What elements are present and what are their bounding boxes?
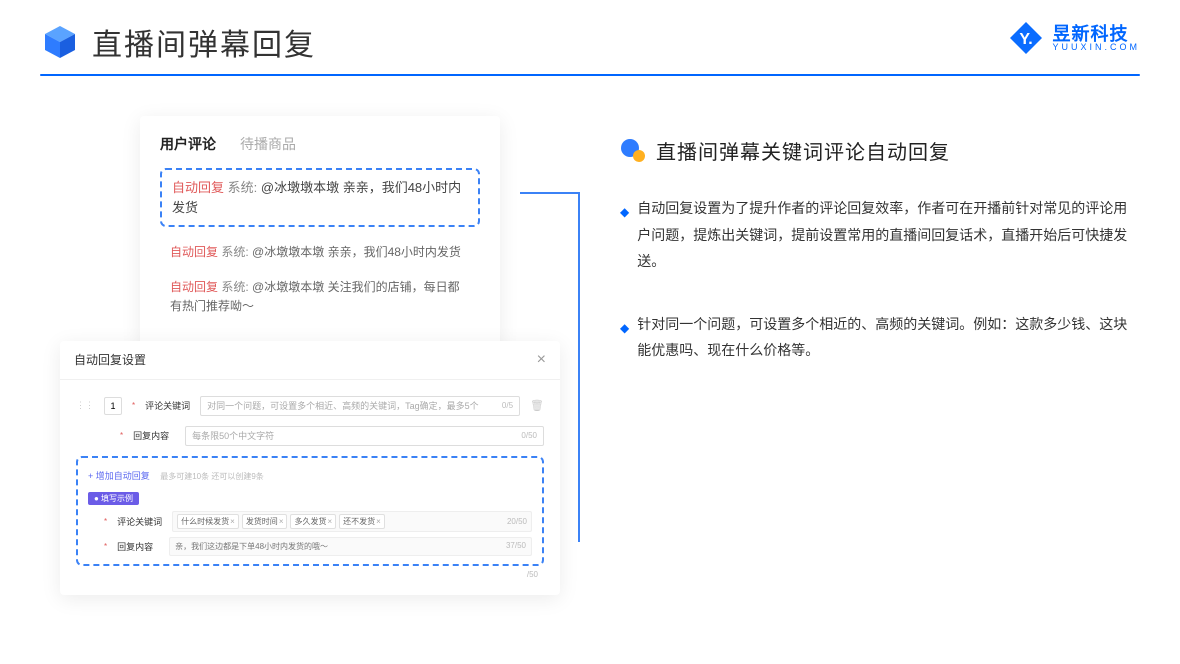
section-title: 直播间弹幕关键词评论自动回复: [656, 136, 950, 165]
keyword-label: 评论关键词: [145, 399, 190, 412]
add-hint: 最多可建10条 还可以创建9条: [160, 472, 264, 481]
page-title: 直播间弹幕回复: [92, 20, 316, 64]
highlighted-reply: 自动回复 系统: @冰墩墩本墩 亲亲，我们48小时内发货: [160, 168, 480, 227]
tab-user-comments[interactable]: 用户评论: [160, 134, 216, 154]
trail-count: /50: [76, 570, 544, 579]
tab-pending-goods[interactable]: 待播商品: [240, 134, 296, 154]
cube-icon: [40, 22, 80, 62]
chat-bubble-icon: [620, 138, 646, 164]
example-badge: ● 填写示例: [88, 492, 139, 505]
brand-logo: Y. 昱新科技 YUUXIN.COM: [1008, 20, 1140, 56]
diamond-bullet-icon: ◆: [620, 317, 629, 340]
svg-text:Y.: Y.: [1020, 31, 1033, 48]
example-reply-text[interactable]: 亲，我们这边都是下单48小时内发货的哦～ 37/50: [169, 537, 532, 556]
connector-line: [520, 192, 580, 542]
add-reply-link[interactable]: + 增加自动回复: [88, 471, 150, 481]
auto-reply-tag: 自动回复: [172, 180, 224, 195]
system-tag: 系统:: [228, 180, 258, 195]
diamond-bullet-icon: ◆: [620, 201, 629, 224]
drag-icon[interactable]: ⋮⋮: [76, 400, 94, 411]
reply-label: 回复内容: [133, 429, 175, 442]
required-star: *: [132, 401, 135, 410]
reply-input[interactable]: 每条限50个中文字符 0/50: [185, 426, 544, 446]
bullet-text: 自动回复设置为了提升作者的评论回复效率，作者可在开播前针对常见的评论用户问题，提…: [637, 195, 1140, 275]
keyword-input[interactable]: 对同一个问题，可设置多个相近、高频的关键词，Tag确定，最多5个 0/5: [200, 396, 520, 416]
bullet-text: 针对同一个问题，可设置多个相近的、高频的关键词。例如：这款多少钱、这块能优惠吗、…: [637, 311, 1140, 364]
settings-panel: 自动回复设置 × ⋮⋮ 1 * 评论关键词 对同一个问题，可设置多个相近、高频的…: [60, 341, 560, 595]
example-block: + 增加自动回复 最多可建10条 还可以创建9条 ● 填写示例 * 评论关键词 …: [76, 456, 544, 566]
index-badge: 1: [104, 397, 122, 415]
example-keyword-tags[interactable]: 什么时候发货× 发货时间× 多久发货× 还不发货× 20/50: [172, 511, 532, 532]
reply-item: 自动回复 系统: @冰墩墩本墩 关注我们的店铺，每日都有热门推荐呦～: [160, 272, 480, 322]
comments-panel: 用户评论 待播商品 自动回复 系统: @冰墩墩本墩 亲亲，我们48小时内发货 自…: [140, 116, 500, 351]
reply-item: 自动回复 系统: @冰墩墩本墩 亲亲，我们48小时内发货: [160, 237, 480, 268]
settings-title: 自动回复设置: [74, 351, 146, 368]
brand-cn: 昱新科技: [1052, 25, 1140, 43]
brand-en: YUUXIN.COM: [1052, 43, 1140, 52]
